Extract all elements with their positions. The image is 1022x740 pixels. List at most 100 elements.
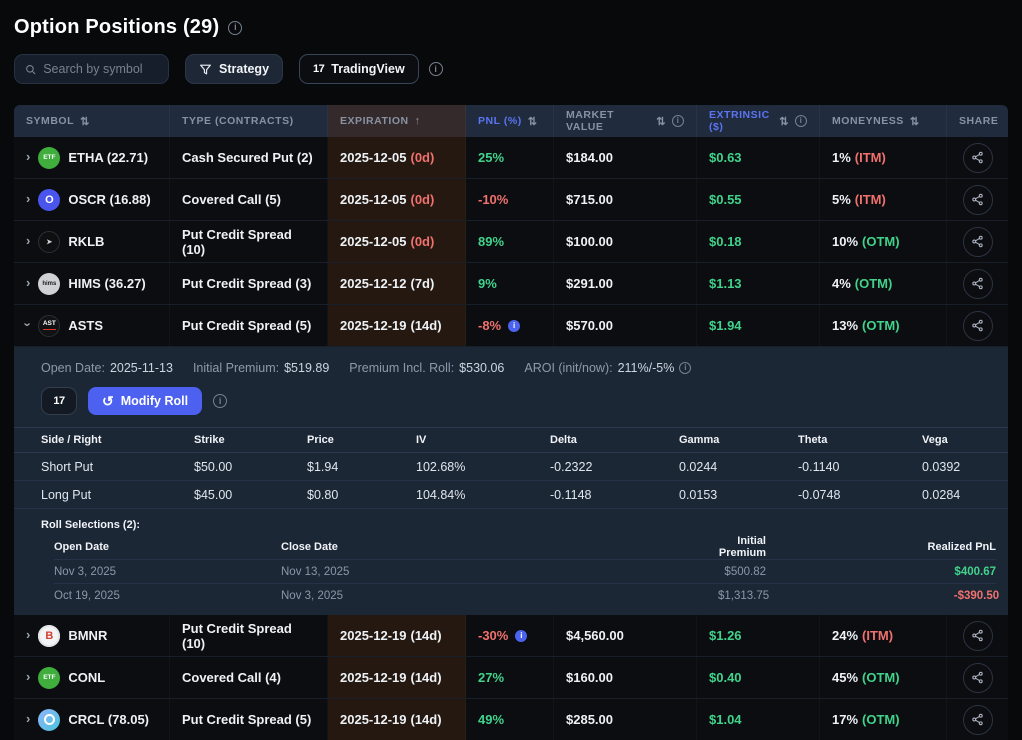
- position-row[interactable]: ›ASTASTSPut Credit Spread (5)2025-12-19(…: [14, 305, 1008, 347]
- extrinsic-cell: $0.55: [697, 179, 820, 220]
- column-header-extrinsic[interactable]: EXTRINSIC ($) ⇅ i: [697, 105, 820, 137]
- position-row[interactable]: ›ETFETHA (22.71)Cash Secured Put (2)2025…: [14, 137, 1008, 179]
- position-row[interactable]: ›ETFCONLCovered Call (4)2025-12-19(14d)2…: [14, 657, 1008, 699]
- share-icon: [971, 151, 984, 164]
- column-header-pnl[interactable]: PNL (%) ⇅: [466, 105, 554, 137]
- moneyness-cell: 5%(ITM): [820, 179, 947, 220]
- pnl-cell: 27%: [466, 657, 554, 698]
- share-button[interactable]: [963, 227, 993, 257]
- extrinsic-value: $1.04: [709, 712, 742, 727]
- pnl-info-badge-icon[interactable]: i: [508, 320, 520, 332]
- strategy-filter-button[interactable]: Strategy: [185, 54, 283, 84]
- symbol-logo-icon: ETF: [38, 667, 60, 689]
- leg-row: Short Put$50.00$1.94102.68%-0.23220.0244…: [14, 453, 1008, 481]
- position-row[interactable]: ›BBMNRPut Credit Spread (10)2025-12-19(1…: [14, 615, 1008, 657]
- symbol-search[interactable]: [14, 54, 169, 84]
- tradingview-info-icon[interactable]: i: [429, 62, 443, 76]
- market-value-cell: $100.00: [554, 221, 697, 262]
- moneyness-value: 24%: [832, 628, 858, 643]
- extrinsic-cell: $0.63: [697, 137, 820, 178]
- pnl-info-badge-icon[interactable]: i: [515, 630, 527, 642]
- leg-side: Short Put: [41, 460, 194, 474]
- leg-price: $1.94: [307, 460, 416, 474]
- column-header-moneyness[interactable]: MONEYNESS ⇅: [820, 105, 947, 137]
- chevron-right-icon[interactable]: ›: [26, 628, 30, 641]
- chevron-down-icon[interactable]: ›: [22, 322, 35, 326]
- symbol-cell: ›ETFETHA (22.71): [14, 137, 170, 178]
- page-title: Option Positions (29): [14, 16, 219, 39]
- symbol-cell: ›➤RKLB: [14, 221, 170, 262]
- moneyness-cell: 1%(ITM): [820, 137, 947, 178]
- sort-icon: ⇅: [656, 115, 666, 128]
- share-button[interactable]: [963, 269, 993, 299]
- symbol-cell: ›ETFCONL: [14, 657, 170, 698]
- rolls-column-header: Initial Premium: [718, 535, 766, 559]
- history-icon: ↺: [102, 394, 114, 408]
- market-value-info-icon[interactable]: i: [672, 115, 684, 127]
- symbol-label: ETHA (22.71): [68, 150, 148, 165]
- leg-delta: -0.1148: [550, 488, 679, 502]
- days-to-expiry: (0d): [411, 234, 435, 249]
- expiration-cell: 2025-12-05(0d): [328, 221, 466, 262]
- moneyness-flag: (OTM): [862, 712, 900, 727]
- extrinsic-value: $0.55: [709, 192, 742, 207]
- search-input[interactable]: [43, 62, 158, 76]
- leg-strike: $45.00: [194, 488, 307, 502]
- roll-row: Nov 3, 2025Nov 13, 2025$500.82$400.67: [54, 559, 996, 583]
- pnl-value: -10%: [478, 192, 508, 207]
- chevron-right-icon[interactable]: ›: [26, 712, 30, 725]
- position-row[interactable]: ›➤RKLBPut Credit Spread (10)2025-12-05(0…: [14, 221, 1008, 263]
- chevron-right-icon[interactable]: ›: [26, 670, 30, 683]
- title-info-icon[interactable]: i: [228, 21, 242, 35]
- tradingview-button[interactable]: 17 TradingView: [299, 54, 419, 84]
- modify-roll-info-icon[interactable]: i: [213, 394, 227, 408]
- expiration-cell: 2025-12-19(14d): [328, 699, 466, 740]
- leg-theta: -0.0748: [798, 488, 922, 502]
- chevron-right-icon[interactable]: ›: [26, 276, 30, 289]
- share-icon: [971, 671, 984, 684]
- roll-open-date: Oct 19, 2025: [54, 590, 281, 602]
- share-button[interactable]: [963, 143, 993, 173]
- column-header-market-value[interactable]: MARKET VALUE ⇅ i: [554, 105, 697, 137]
- pnl-value: -8%: [478, 318, 501, 333]
- extrinsic-value: $1.26: [709, 628, 742, 643]
- chevron-right-icon[interactable]: ›: [26, 192, 30, 205]
- days-to-expiry: (14d): [411, 712, 442, 727]
- share-button[interactable]: [963, 185, 993, 215]
- market-value-cell: $285.00: [554, 699, 697, 740]
- moneyness-value: 13%: [832, 318, 858, 333]
- share-icon: [971, 193, 984, 206]
- share-cell: [947, 137, 1008, 178]
- expiration-date: 2025-12-19: [340, 670, 407, 685]
- share-cell: [947, 615, 1008, 656]
- share-button[interactable]: [963, 705, 993, 735]
- table-body-bottom: ›BBMNRPut Credit Spread (10)2025-12-19(1…: [14, 615, 1008, 740]
- share-button[interactable]: [963, 621, 993, 651]
- position-row[interactable]: ›CRCL (78.05)Put Credit Spread (5)2025-1…: [14, 699, 1008, 740]
- moneyness-flag: (OTM): [862, 234, 900, 249]
- chevron-right-icon[interactable]: ›: [26, 150, 30, 163]
- column-header-type[interactable]: TYPE (CONTRACTS): [170, 105, 328, 137]
- leg-vega: 0.0392: [922, 460, 981, 474]
- tradingview-chart-button[interactable]: 17: [41, 387, 77, 415]
- aroi-info-icon[interactable]: i: [679, 362, 691, 374]
- share-button[interactable]: [963, 663, 993, 693]
- expiration-date: 2025-12-19: [340, 628, 407, 643]
- column-header-symbol[interactable]: SYMBOL ⇅: [14, 105, 170, 137]
- extrinsic-cell: $1.26: [697, 615, 820, 656]
- table-body-top: ›ETFETHA (22.71)Cash Secured Put (2)2025…: [14, 137, 1008, 347]
- column-header-expiration[interactable]: EXPIRATION ↑: [328, 105, 466, 137]
- roll-selections-title: Roll Selections (2):: [41, 519, 996, 531]
- extrinsic-value: $0.18: [709, 234, 742, 249]
- extrinsic-info-icon[interactable]: i: [795, 115, 807, 127]
- roll-initial-premium: $1,313.75: [718, 590, 769, 602]
- share-button[interactable]: [963, 311, 993, 341]
- type-cell: Put Credit Spread (10): [170, 615, 328, 656]
- position-row[interactable]: ›OOSCR (16.88)Covered Call (5)2025-12-05…: [14, 179, 1008, 221]
- modify-roll-button[interactable]: ↺ Modify Roll: [88, 387, 202, 415]
- position-row[interactable]: ›himsHIMS (36.27)Put Credit Spread (3)20…: [14, 263, 1008, 305]
- position-summary: Open Date:2025-11-13Initial Premium:$519…: [14, 359, 1008, 375]
- pnl-cell: 89%: [466, 221, 554, 262]
- moneyness-cell: 13%(OTM): [820, 305, 947, 346]
- chevron-right-icon[interactable]: ›: [26, 234, 30, 247]
